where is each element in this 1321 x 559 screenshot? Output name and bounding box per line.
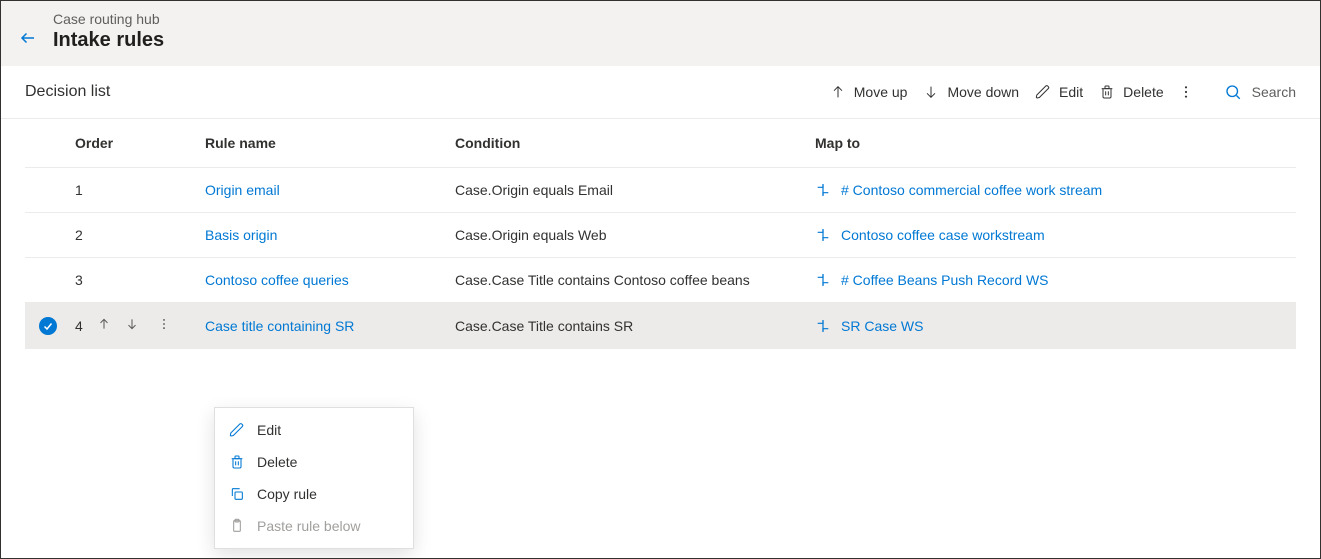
edit-label: Edit: [1059, 84, 1083, 100]
col-header-map-to[interactable]: Map to: [815, 135, 1296, 151]
order-value: 2: [75, 227, 83, 243]
edit-button[interactable]: Edit: [1027, 80, 1091, 104]
table-row[interactable]: 2 Basis origin Case.Origin equals Web Co…: [25, 213, 1296, 258]
rule-name-link[interactable]: Contoso coffee queries: [205, 272, 349, 288]
arrow-up-icon: [97, 317, 111, 331]
decision-list-table: Order Rule name Condition Map to 1 Origi…: [1, 119, 1320, 349]
map-to-link[interactable]: # Coffee Beans Push Record WS: [841, 272, 1049, 288]
condition-value: Case.Origin equals Web: [455, 227, 606, 243]
condition-value: Case.Case Title contains SR: [455, 318, 633, 334]
row-context-menu: Edit Delete Copy rule Paste rule below: [214, 407, 414, 549]
page-header: Case routing hub Intake rules: [1, 1, 1320, 66]
ctx-delete-item[interactable]: Delete: [215, 446, 413, 478]
row-more-button[interactable]: [157, 317, 171, 334]
arrow-up-icon: [830, 84, 846, 100]
search-label: Search: [1252, 84, 1296, 100]
more-commands-button[interactable]: [1172, 80, 1200, 104]
rule-name-link[interactable]: Case title containing SR: [205, 318, 354, 334]
row-selected-check[interactable]: [39, 317, 57, 335]
col-header-rule-name[interactable]: Rule name: [205, 135, 455, 151]
map-to-link[interactable]: SR Case WS: [841, 318, 923, 334]
table-row[interactable]: 1 Origin email Case.Origin equals Email …: [25, 168, 1296, 213]
workstream-icon: [815, 182, 831, 198]
col-header-condition[interactable]: Condition: [455, 135, 815, 151]
ctx-edit-label: Edit: [257, 422, 281, 438]
col-header-order[interactable]: Order: [75, 135, 205, 151]
table-header-row: Order Rule name Condition Map to: [25, 119, 1296, 168]
more-vertical-icon: [157, 317, 171, 331]
section-title: Decision list: [25, 83, 110, 101]
move-up-label: Move up: [854, 84, 908, 100]
workstream-icon: [815, 227, 831, 243]
paste-icon: [229, 518, 245, 534]
move-down-button[interactable]: Move down: [915, 80, 1027, 104]
pencil-icon: [1035, 84, 1051, 100]
ctx-paste-label: Paste rule below: [257, 518, 361, 534]
move-up-button[interactable]: Move up: [822, 80, 916, 104]
pencil-icon: [229, 422, 245, 438]
table-row[interactable]: 3 Contoso coffee queries Case.Case Title…: [25, 258, 1296, 303]
delete-button[interactable]: Delete: [1091, 80, 1171, 104]
arrow-down-icon: [923, 84, 939, 100]
workstream-icon: [815, 272, 831, 288]
trash-icon: [229, 454, 245, 470]
delete-label: Delete: [1123, 84, 1163, 100]
condition-value: Case.Origin equals Email: [455, 182, 613, 198]
arrow-left-icon: [19, 29, 37, 47]
table-row[interactable]: 4 Case title containing SR Case.Case Tit…: [25, 303, 1296, 349]
search-icon: [1224, 83, 1242, 101]
trash-icon: [1099, 84, 1115, 100]
ctx-copy-item[interactable]: Copy rule: [215, 478, 413, 510]
workstream-icon: [815, 318, 831, 334]
more-vertical-icon: [1178, 84, 1194, 100]
ctx-edit-item[interactable]: Edit: [215, 414, 413, 446]
map-to-link[interactable]: Contoso coffee case workstream: [841, 227, 1045, 243]
order-value: 1: [75, 182, 83, 198]
order-value: 3: [75, 272, 83, 288]
page-title: Intake rules: [53, 29, 164, 52]
arrow-down-icon: [125, 317, 139, 331]
condition-value: Case.Case Title contains Contoso coffee …: [455, 272, 750, 288]
check-icon: [42, 320, 54, 332]
row-move-down-button[interactable]: [125, 317, 139, 334]
row-move-up-button[interactable]: [97, 317, 111, 334]
rule-name-link[interactable]: Basis origin: [205, 227, 277, 243]
ctx-delete-label: Delete: [257, 454, 297, 470]
ctx-paste-item: Paste rule below: [215, 510, 413, 542]
command-bar: Decision list Move up Move down Edit Del…: [1, 66, 1320, 119]
move-down-label: Move down: [947, 84, 1019, 100]
search-button[interactable]: Search: [1224, 83, 1296, 101]
breadcrumb[interactable]: Case routing hub: [53, 11, 164, 27]
back-button[interactable]: [19, 29, 37, 50]
copy-icon: [229, 486, 245, 502]
rule-name-link[interactable]: Origin email: [205, 182, 280, 198]
order-value: 4: [75, 318, 83, 334]
ctx-copy-label: Copy rule: [257, 486, 317, 502]
map-to-link[interactable]: # Contoso commercial coffee work stream: [841, 182, 1102, 198]
